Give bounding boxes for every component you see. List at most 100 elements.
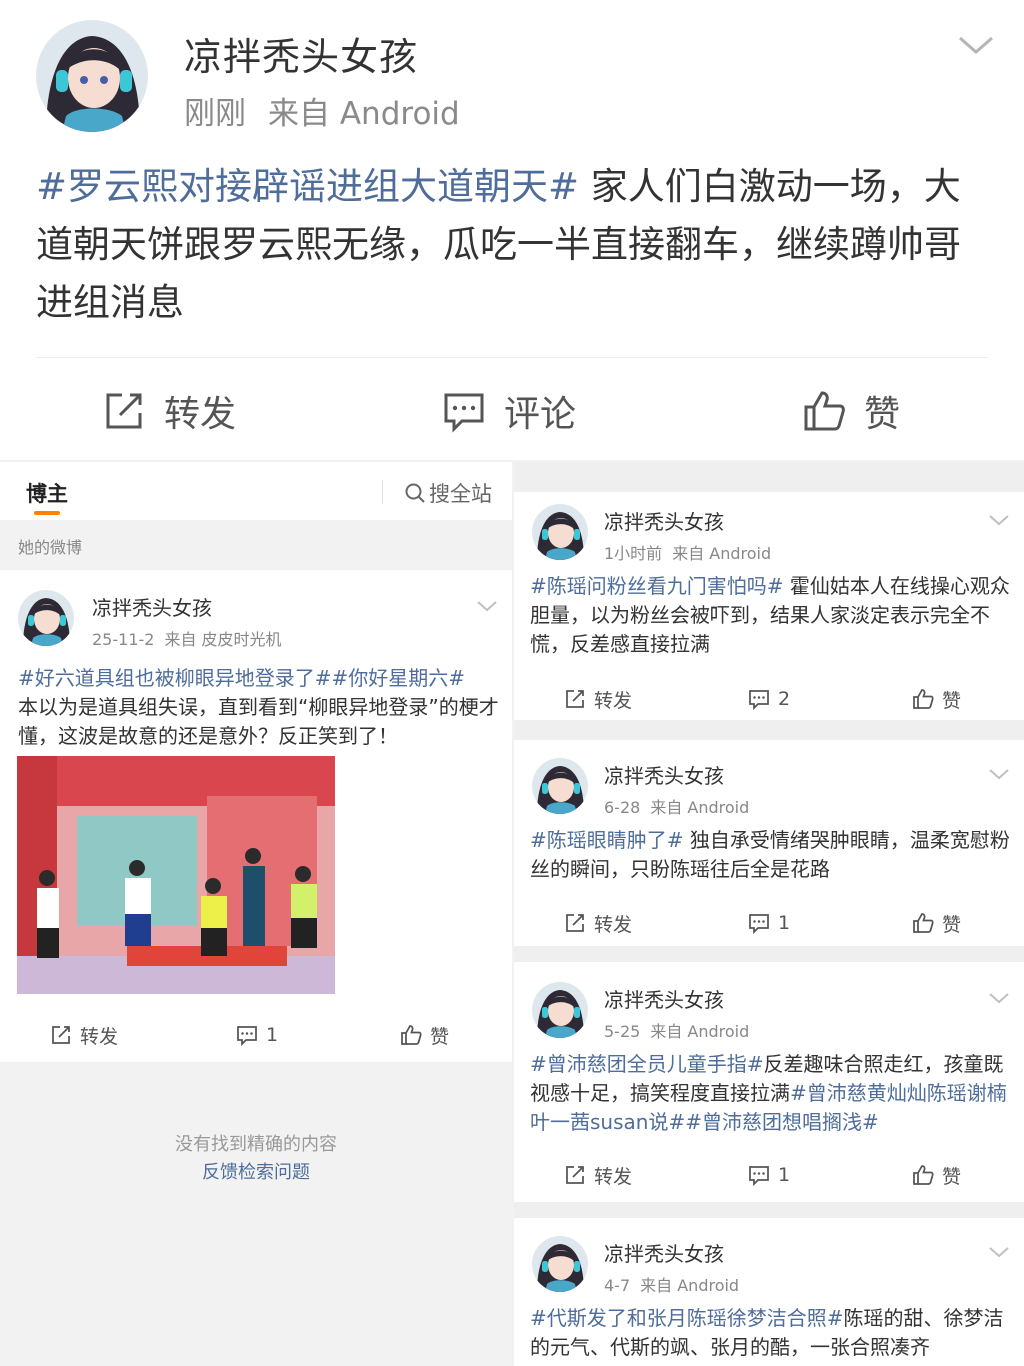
post-meta: 刚刚 来自 Android [184,88,460,133]
search-all-label: 搜全站 [429,482,492,506]
post-body: #罗云熙对接辟谣进组大道朝天# 家人们白激动一场，大道朝天饼跟罗云熙无缘，瓜吃一… [36,158,996,332]
avatar[interactable] [532,982,588,1038]
chevron-down-icon[interactable] [476,598,498,614]
comment-icon [444,393,484,433]
post-body: #曾沛慈团全员儿童手指#反差趣味合照走红，孩童既视感十足，搞笑程度直接拉满#曾沛… [530,1050,1010,1137]
post-text: 本以为是道具组失误，直到看到“柳眼异地登录”的梗才懂，这波是故意的还是意外？反正… [18,695,499,748]
post-card: 凉拌秃头女孩 5-25 来自 Android #曾沛慈团全员儿童手指#反差趣味合照… [514,962,1024,1202]
author-name[interactable]: 凉拌秃头女孩 [604,984,724,1013]
tab-blogger[interactable]: 博主 [26,478,68,508]
top-post-card: 凉拌秃头女孩 刚刚 来自 Android #罗云熙对接辟谣进组大道朝天# 家人们白… [0,0,1024,460]
hashtag-link[interactable]: #罗云熙对接辟谣进组大道朝天# [36,165,579,208]
repost-icon [566,1166,584,1184]
post-time: 1小时前 [604,544,663,563]
post-meta: 25-11-2 来自 皮皮时光机 [92,626,282,650]
action-bar: 转发 评论 赞 [0,380,1024,442]
avatar[interactable] [532,758,588,814]
post-time: 25-11-2 [92,630,155,649]
like-button[interactable]: 赞 [912,684,961,714]
repost-label: 转发 [594,913,633,936]
like-icon [913,689,934,709]
hashtag-link[interactable]: #曾沛慈团全员儿童手指# [530,1052,764,1076]
avatar[interactable] [18,590,74,646]
repost-icon [566,914,584,932]
post-time: 6-28 [604,798,641,817]
divider [382,480,383,504]
post-time: 刚刚 [184,96,246,132]
repost-button[interactable]: 转发 [50,1020,118,1050]
repost-label: 转发 [594,689,633,712]
avatar[interactable] [532,504,588,560]
chevron-down-icon[interactable] [956,30,996,60]
like-button[interactable]: 赞 [400,1020,449,1050]
avatar[interactable] [532,1236,588,1292]
post-meta: 6-28 来自 Android [604,794,749,818]
post-meta: 5-25 来自 Android [604,1018,749,1042]
hashtag-link[interactable]: #好六道具组也被柳眼异地登录了##你好星期六# [18,666,465,690]
comment-count: 1 [266,1024,279,1046]
section-label: 她的微博 [18,538,83,557]
avatar[interactable] [36,20,148,132]
repost-icon [566,690,584,708]
tab-active-indicator [34,511,60,515]
like-button[interactable]: 赞 [912,908,961,938]
comment-button[interactable]: 1 [748,908,790,938]
divider [36,357,988,358]
like-label: 赞 [942,1165,962,1188]
left-search-panel: 博主 搜全站 她的微博 凉拌秃头女孩 25-11-2 来自 皮皮时光机 #好六道具… [0,462,512,1366]
like-label: 赞 [942,689,962,712]
comment-button[interactable]: 2 [748,684,790,714]
hashtag-link[interactable]: #陈瑶眼睛肿了# [530,828,684,852]
chevron-down-icon[interactable] [988,766,1010,782]
repost-button[interactable]: 转发 [564,908,632,938]
like-button[interactable]: 赞 [912,1160,961,1190]
repost-button[interactable]: 转发 [102,380,236,442]
comment-icon [749,1166,769,1186]
comment-button[interactable]: 1 [236,1020,278,1050]
post-time: 5-25 [604,1022,641,1041]
author-name[interactable]: 凉拌秃头女孩 [604,760,724,789]
post-source: 来自 皮皮时光机 [164,630,282,649]
post-card: 凉拌秃头女孩 4-7 来自 Android #代斯发了和张月陈瑶徐梦洁合照#陈瑶的… [514,1218,1024,1366]
chevron-down-icon[interactable] [988,990,1010,1006]
repost-button[interactable]: 转发 [564,1160,632,1190]
post-source: 来自 Android [650,798,750,817]
chevron-down-icon[interactable] [988,512,1010,528]
hashtag-link[interactable]: #陈瑶问粉丝看九门害怕吗# [530,574,784,598]
post-source: 来自 Android [672,544,772,563]
repost-icon [52,1026,70,1044]
author-name[interactable]: 凉拌秃头女孩 [604,1238,724,1267]
post-body: #代斯发了和张月陈瑶徐梦洁合照#陈瑶的甜、徐梦洁的元气、代斯的飒、张月的酷，一张… [530,1304,1010,1362]
like-icon [804,391,845,431]
hashtag-link[interactable]: #代斯发了和张月陈瑶徐梦洁合照# [530,1306,844,1330]
comment-count: 1 [778,912,791,934]
post-card: 凉拌秃头女孩 6-28 来自 Android #陈瑶眼睛肿了# 独自承受情绪哭肿眼… [514,740,1024,946]
post-source: 来自 Android [268,96,460,132]
post-meta: 4-7 来自 Android [604,1272,739,1296]
like-button[interactable]: 赞 [802,380,900,442]
comment-button[interactable]: 1 [748,1160,790,1190]
post-body: #陈瑶眼睛肿了# 独自承受情绪哭肿眼睛，温柔宽慰粉丝的瞬间，只盼陈瑶往后全是花路 [530,826,1010,884]
repost-label: 转发 [80,1025,119,1048]
post-card: 凉拌秃头女孩 25-11-2 来自 皮皮时光机 #好六道具组也被柳眼异地登录了##… [0,570,512,1062]
author-name[interactable]: 凉拌秃头女孩 [184,26,418,81]
post-time: 4-7 [604,1276,631,1295]
comment-count: 2 [778,688,791,710]
search-icon [405,483,425,503]
comment-icon [749,914,769,934]
search-all-button[interactable]: 搜全站 [404,478,492,508]
no-result-text: 没有找到精确的内容 [175,1134,337,1155]
feedback-link[interactable]: 反馈检索问题 [0,1158,512,1184]
chevron-down-icon[interactable] [988,1244,1010,1260]
author-name[interactable]: 凉拌秃头女孩 [92,592,212,621]
like-label: 赞 [430,1025,450,1048]
action-bar: 转发 1 赞 [514,1160,1024,1190]
comment-button[interactable]: 评论 [442,380,576,442]
repost-button[interactable]: 转发 [564,684,632,714]
comment-label: 评论 [504,394,577,435]
post-photo[interactable] [17,756,335,994]
author-name[interactable]: 凉拌秃头女孩 [604,506,724,535]
comment-icon [237,1026,257,1046]
post-body: #好六道具组也被柳眼异地登录了##你好星期六# 本以为是道具组失误，直到看到“柳眼… [18,664,500,751]
comment-count: 1 [778,1164,791,1186]
